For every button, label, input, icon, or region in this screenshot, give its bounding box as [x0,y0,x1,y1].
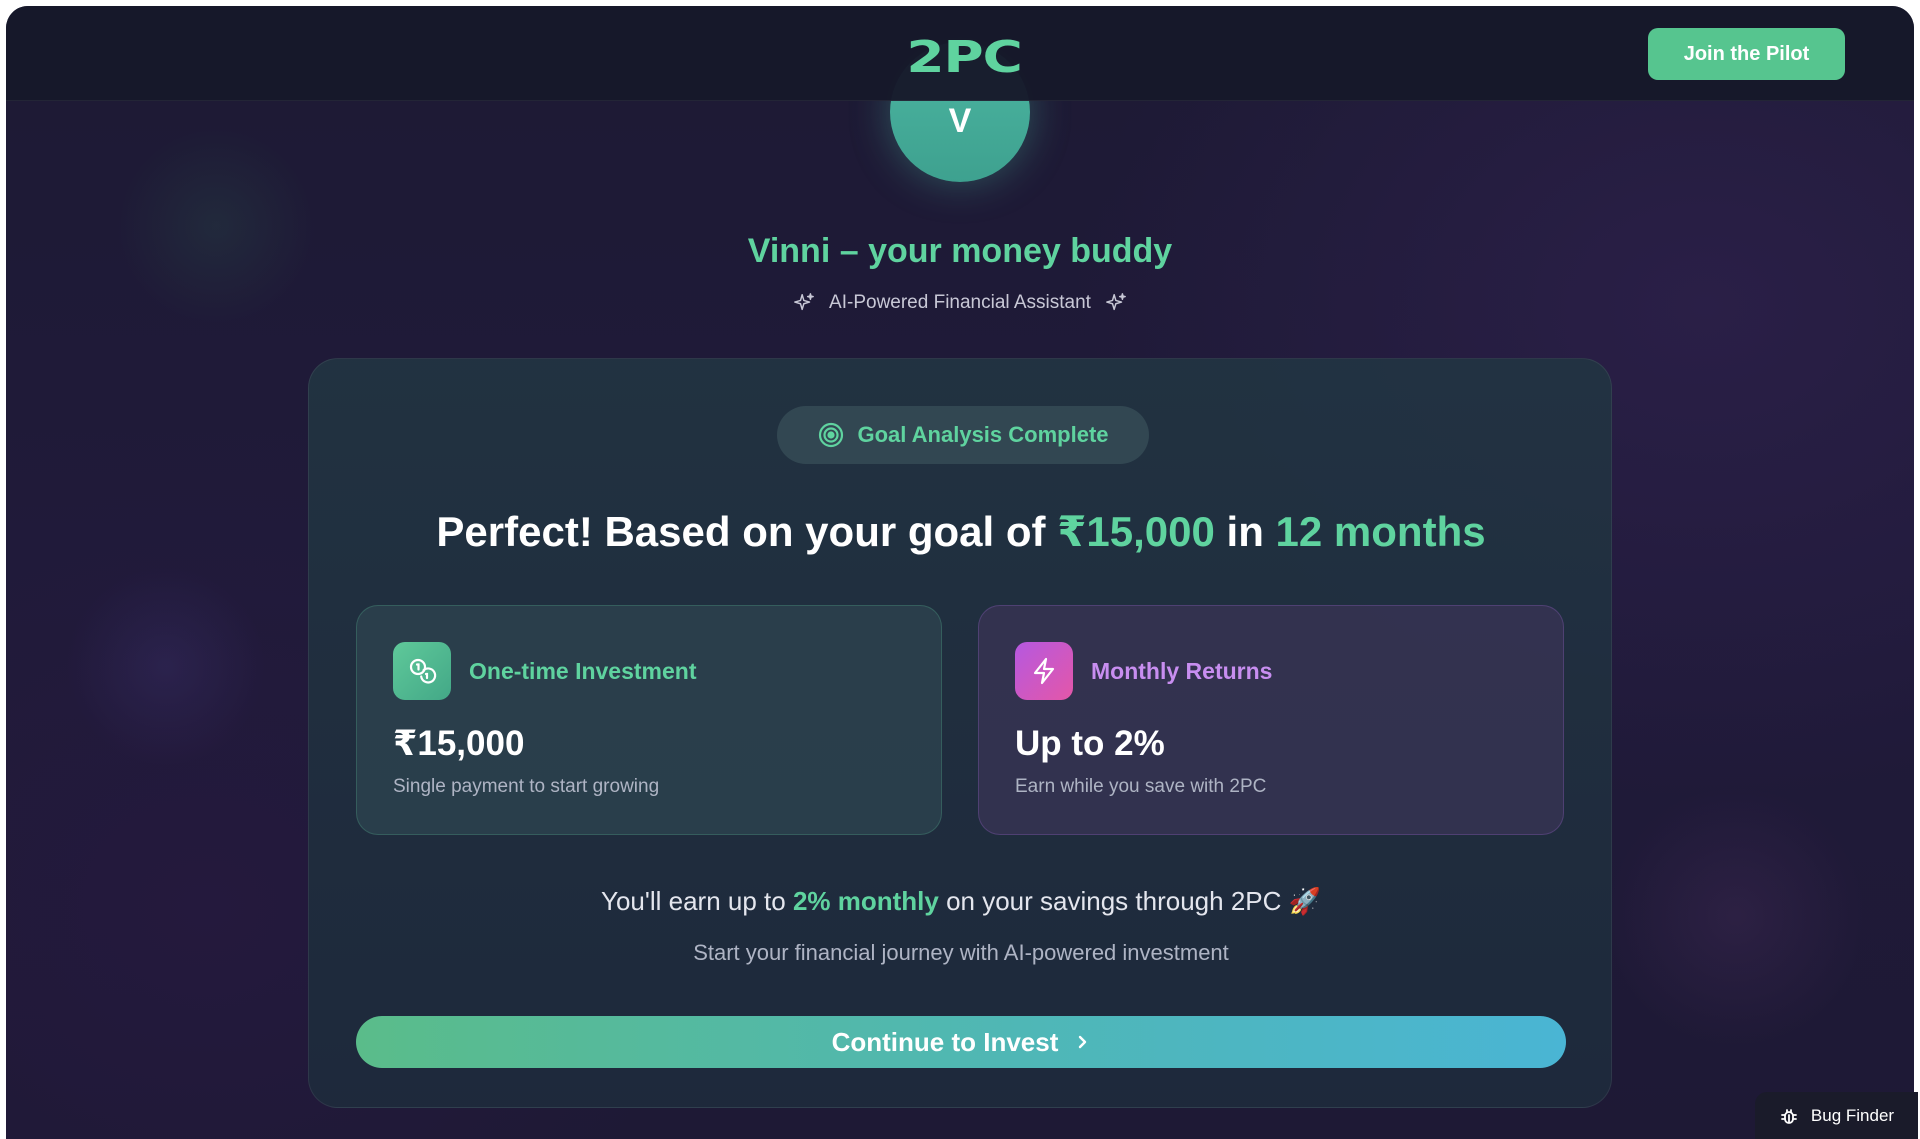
goal-duration: 12 months [1275,508,1486,555]
goal-headline: Perfect! Based on your goal of ₹15,000 i… [309,507,1613,556]
sparkle-icon [794,293,814,311]
returns-description: Earn while you save with 2PC [1015,776,1267,797]
investment-value: ₹15,000 [393,724,525,763]
tagline-text: AI-Powered Financial Assistant [829,292,1091,313]
chevron-right-icon [1079,1035,1087,1049]
monthly-returns-card: Monthly Returns Up to 2% Earn while you … [978,605,1564,835]
lightning-icon-container [1015,642,1073,700]
coins-icon-container [393,642,451,700]
earnings-rate: 2% monthly [792,886,939,916]
one-time-investment-card: One-time Investment ₹15,000 Single payme… [356,605,942,835]
goal-analysis-badge: Goal Analysis Complete [777,406,1149,464]
sparkle-icon [1106,293,1126,311]
bug-finder-label: Bug Finder [1810,1105,1895,1125]
cta-label: Continue to Invest [831,1026,1059,1057]
assistant-name: Vinni – your money buddy [747,232,1173,270]
headline-text: Perfect! Based on your goal of [436,508,1058,555]
lightning-icon [1033,657,1055,685]
brand-logo[interactable]: 2PC [877,36,1052,80]
earnings-summary: You'll earn up to 2% monthly on your sav… [309,886,1613,917]
background-glow [1606,786,1866,1046]
coins-icon [409,658,437,684]
bug-icon [1781,1108,1797,1124]
assistant-tagline: AI-Powered Financial Assistant [6,290,1914,316]
earnings-text: You'll earn up to [601,886,793,916]
avatar-letter: V [948,102,972,140]
headline-text: in [1214,508,1276,555]
investment-title: One-time Investment [469,658,697,684]
app-window: V 2PC Join the Pilot Vinni – your money … [6,6,1914,1139]
bug-finder-button[interactable]: Bug Finder [1755,1092,1918,1139]
goal-analysis-card: Goal Analysis Complete Perfect! Based on… [308,358,1612,1108]
goal-amount: ₹15,000 [1057,508,1215,555]
join-pilot-button[interactable]: Join the Pilot [1648,28,1845,80]
journey-text: Start your financial journey with AI-pow… [693,940,1229,965]
earnings-text: on your savings through 2PC 🚀 [938,886,1321,916]
target-icon [819,422,844,448]
investment-description: Single payment to start growing [393,776,660,797]
background-glow [66,566,266,766]
top-header: 2PC Join the Pilot [6,6,1914,101]
returns-value: Up to 2% [1015,724,1165,763]
badge-label: Goal Analysis Complete [857,422,1109,447]
continue-to-invest-button[interactable]: Continue to Invest [356,1016,1566,1068]
returns-title: Monthly Returns [1091,658,1273,684]
